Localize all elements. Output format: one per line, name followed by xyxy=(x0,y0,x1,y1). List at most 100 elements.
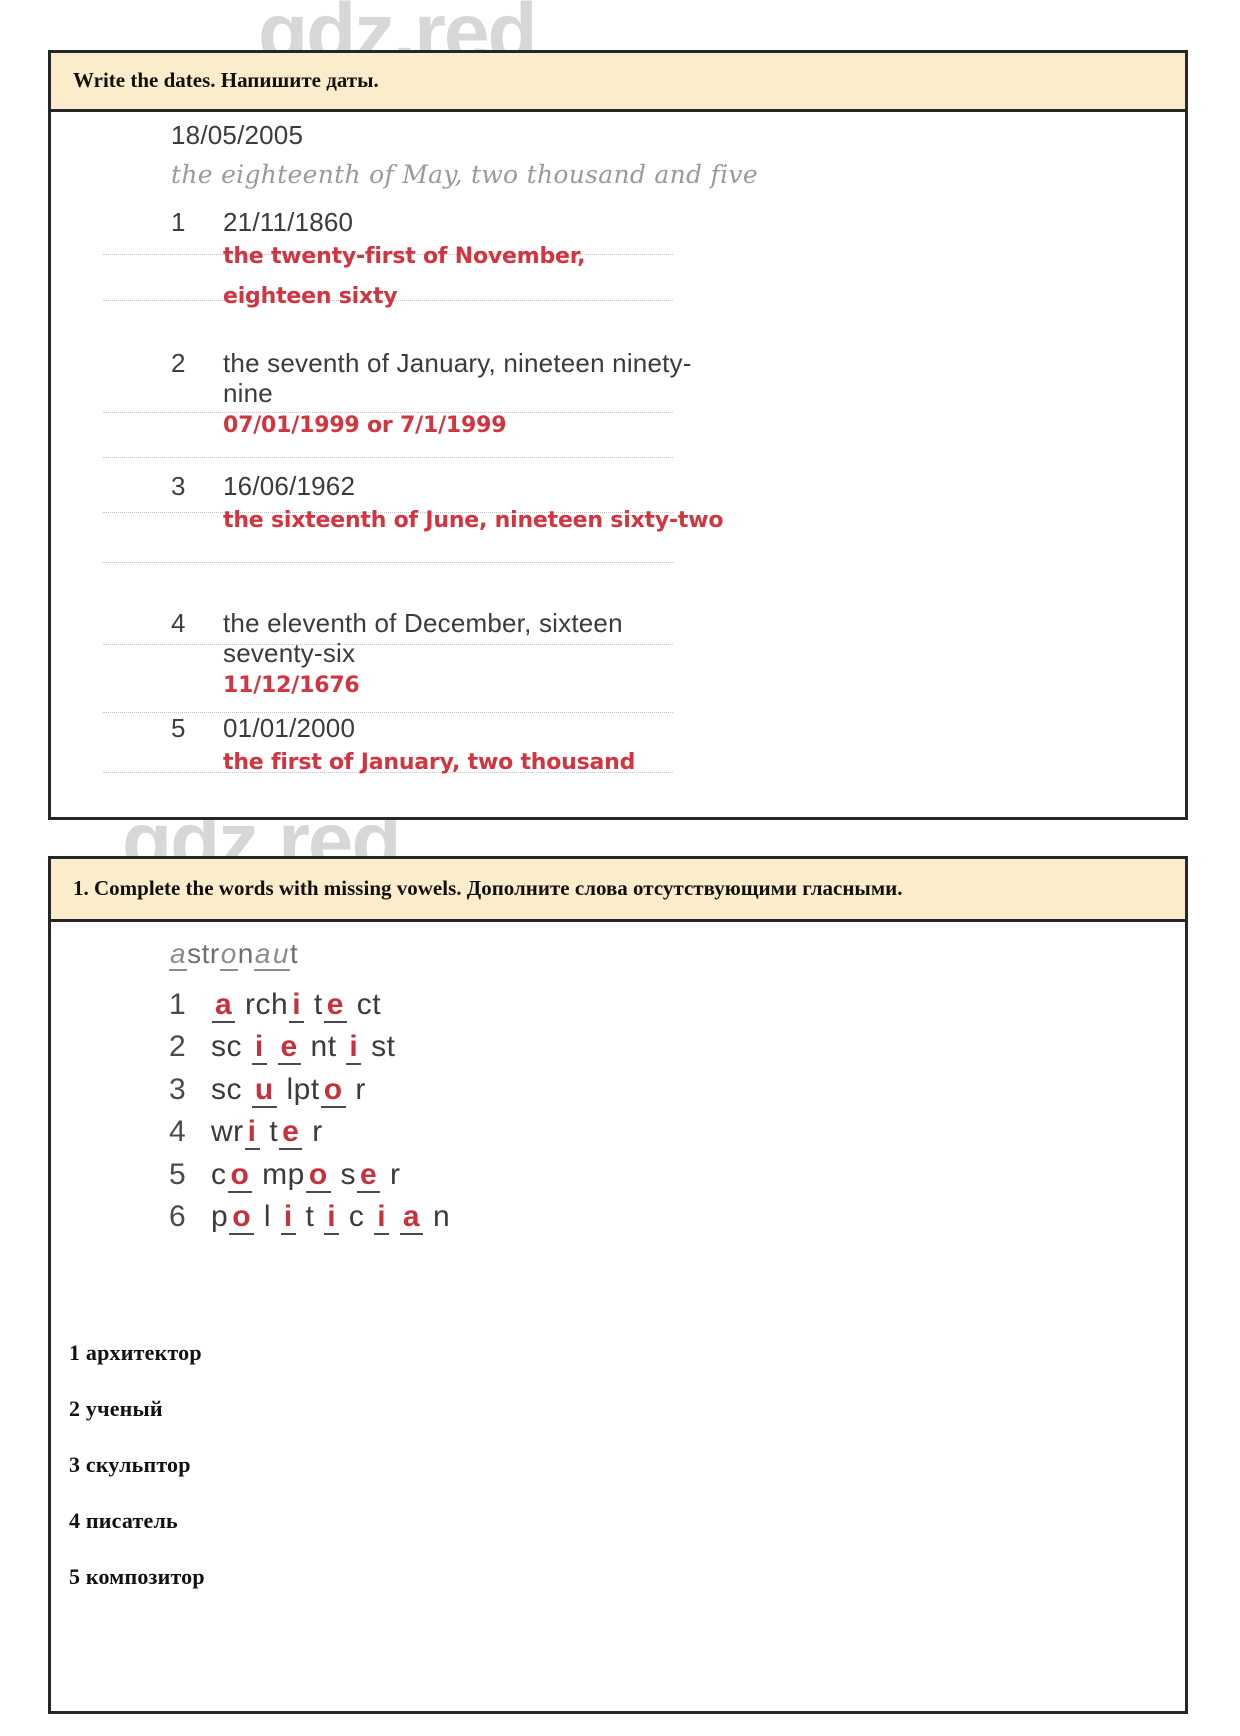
worksheet-page: gdz.red gdz.red gdz.red gdz.red gdz.red … xyxy=(0,0,1240,1736)
translation-item: 4 писатель xyxy=(69,1507,178,1533)
item-number: 5 xyxy=(169,1157,187,1191)
filled-vowel: e xyxy=(279,1115,303,1151)
word-fragment: r xyxy=(381,1157,401,1191)
filled-vowel: o xyxy=(320,1072,346,1108)
translation-item: 3 скульптор xyxy=(69,1451,191,1477)
item-question-line2: seventy-six xyxy=(223,638,356,669)
word-fragment: p xyxy=(211,1200,229,1234)
filled-vowel: o xyxy=(305,1157,331,1193)
filled-vowel: i xyxy=(251,1030,267,1066)
dates-scan-block: 18/05/2005 the eighteenth of May, two th… xyxy=(171,120,831,776)
filled-vowel: i xyxy=(374,1200,390,1236)
translation-item: 5 композитор xyxy=(69,1563,205,1589)
word-fragment: st xyxy=(362,1030,396,1064)
item-question: 16/06/1962 xyxy=(223,471,356,502)
filled-vowel: a xyxy=(399,1200,424,1236)
word-fragment: l xyxy=(255,1200,280,1234)
dates-item-3: 3 16/06/1962 the sixteenth of June, nine… xyxy=(171,471,831,534)
dates-item-4: 4 the eleventh of December, sixteen seve… xyxy=(171,608,831,699)
filled-vowel: a xyxy=(212,987,236,1023)
item-question: 21/11/1860 xyxy=(223,207,354,238)
translation-list: 1 архитектор 2 ученый 3 скульптор 4 писател… xyxy=(69,1340,769,1620)
item-answer-line2: eighteen sixty xyxy=(223,283,398,309)
exercise-dates-body: 18/05/2005 the eighteenth of May, two th… xyxy=(51,112,1185,826)
exercise-dates-header: Write the dates. Напишите даты. xyxy=(51,53,1185,112)
word-fragment: t xyxy=(305,987,323,1021)
filled-vowel: i xyxy=(244,1115,260,1151)
item-question-line1: the seventh of January, nineteen ninety- xyxy=(223,347,692,378)
word-fragment: t xyxy=(290,937,299,969)
item-question: 01/01/2000 xyxy=(223,712,356,743)
vowels-scan-block: astronaut 1a rch i te ct 2 sc i e nt i st 3 s… xyxy=(169,937,769,1240)
filled-vowel: u xyxy=(271,937,290,971)
word-fragment xyxy=(268,1030,277,1063)
word-fragment: c xyxy=(211,1157,227,1191)
item-answer-line1: 11/12/1676 xyxy=(223,673,360,699)
item-answer-line1: the sixteenth of June, nineteen sixty-tw… xyxy=(223,507,724,533)
filled-vowel: a xyxy=(253,937,272,971)
item-answer-line1: the first of January, two thousand xyxy=(223,749,636,775)
item-number: 2 xyxy=(169,1030,187,1064)
word-fragment: r xyxy=(303,1115,323,1149)
dates-item-1: 1 21/11/1860 the twenty-first of Novembe… xyxy=(171,207,831,310)
vowels-example: astronaut xyxy=(169,937,769,971)
dates-item-5: 5 01/01/2000 the first of January, two t… xyxy=(171,713,831,776)
word-fragment: lpt xyxy=(277,1072,320,1106)
word-fragment: str xyxy=(187,937,220,969)
vowels-rows: 1a rch i te ct 2 sc i e nt i st 3 sc u lpt o r… xyxy=(169,984,769,1240)
vowels-item: 1a rch i te ct xyxy=(169,984,769,1027)
example-prompt: 18/05/2005 xyxy=(171,119,304,150)
translation-item: 2 ученый xyxy=(69,1395,163,1421)
word-fragment: t xyxy=(296,1200,324,1234)
item-number: 2 xyxy=(171,347,186,378)
item-number: 1 xyxy=(171,207,186,238)
filled-vowel: e xyxy=(323,987,347,1023)
word-fragment: c xyxy=(340,1200,374,1234)
item-number: 5 xyxy=(171,712,186,743)
word-fragment: ct xyxy=(347,987,382,1021)
item-answer-line1: the twenty-first of November, xyxy=(223,243,586,269)
vowels-item: 3 sc u lpt o r xyxy=(169,1069,769,1112)
word-fragment: t xyxy=(260,1115,279,1149)
word-fragment: n xyxy=(237,937,254,969)
filled-vowel: o xyxy=(219,937,238,971)
item-answer-line1: 07/01/1999 or 7/1/1999 xyxy=(223,413,507,439)
filled-vowel: i xyxy=(280,1200,296,1236)
item-number: 4 xyxy=(169,1115,187,1149)
exercise-vowels-header: 1. Complete the words with missing vowel… xyxy=(51,859,1185,922)
filled-vowel: u xyxy=(251,1072,277,1108)
dates-item-2: 2 the seventh of January, nineteen ninet… xyxy=(171,348,831,439)
filled-vowel: i xyxy=(324,1200,340,1236)
item-number: 4 xyxy=(171,607,186,638)
word-fragment: nt xyxy=(301,1030,346,1064)
translation-item: 1 архитектор xyxy=(69,1339,202,1365)
item-number: 6 xyxy=(169,1200,187,1234)
exercise-card-vowels: 1. Complete the words with missing vowel… xyxy=(48,856,1188,1714)
word-fragment xyxy=(390,1200,399,1233)
dates-example: 18/05/2005 the eighteenth of May, two th… xyxy=(171,120,831,190)
word-fragment: sc xyxy=(211,1072,251,1106)
item-number: 3 xyxy=(169,1072,187,1106)
vowels-item: 4 wr i te r xyxy=(169,1111,769,1154)
word-fragment: sc xyxy=(211,1030,251,1064)
word-fragment: wr xyxy=(211,1115,244,1149)
vowels-item: 2 sc i e nt i st xyxy=(169,1026,769,1069)
vowels-item: 6po l i t i c i a n xyxy=(169,1196,769,1239)
filled-vowel: i xyxy=(289,987,305,1023)
exercise-vowels-body: astronaut 1a rch i te ct 2 sc i e nt i st 3 s… xyxy=(51,922,1185,1718)
item-number: 1 xyxy=(169,987,187,1021)
word-fragment: rch xyxy=(236,987,289,1021)
word-fragment: mp xyxy=(253,1157,305,1191)
filled-vowel: e xyxy=(357,1157,381,1193)
word-fragment: s xyxy=(331,1157,357,1191)
item-question-line1: the eleventh of December, sixteen xyxy=(223,607,623,638)
filled-vowel: a xyxy=(169,937,188,971)
exercise-card-dates: Write the dates. Напишите даты. 18/05/20… xyxy=(48,50,1188,820)
filled-vowel: i xyxy=(346,1030,362,1066)
word-fragment: r xyxy=(346,1072,366,1106)
example-answer: the eighteenth of May, two thousand and … xyxy=(171,160,758,190)
word-fragment: n xyxy=(424,1200,451,1234)
filled-vowel: e xyxy=(277,1030,301,1066)
filled-vowel: o xyxy=(229,1200,255,1236)
item-number: 3 xyxy=(171,471,186,502)
